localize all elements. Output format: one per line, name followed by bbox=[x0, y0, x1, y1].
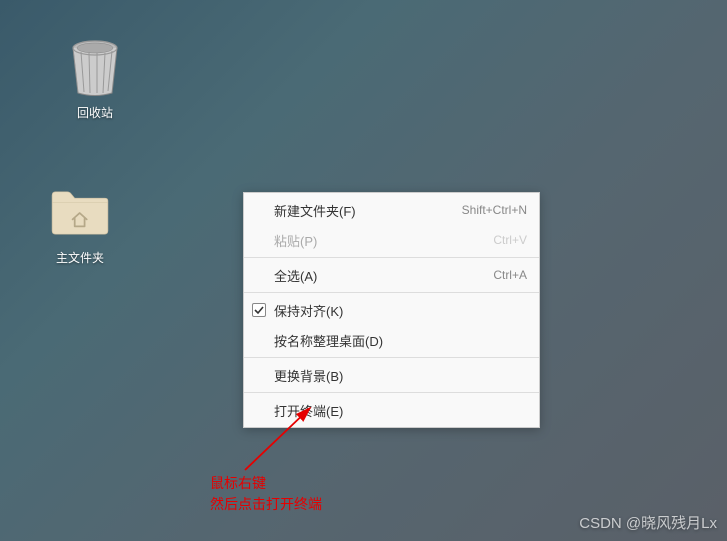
menu-item-label: 更换背景(B) bbox=[274, 366, 343, 385]
trash-label: 回收站 bbox=[77, 104, 113, 121]
menu-item-label: 新建文件夹(F) bbox=[274, 201, 356, 220]
annotation-line2: 然后点击打开终端 bbox=[210, 494, 322, 515]
menu-shortcut: Ctrl+V bbox=[493, 233, 527, 247]
menu-separator bbox=[244, 357, 539, 358]
menu-paste: 粘贴(P) Ctrl+V bbox=[244, 225, 539, 255]
menu-item-label: 按名称整理桌面(D) bbox=[274, 331, 383, 350]
menu-item-label: 粘贴(P) bbox=[274, 231, 317, 250]
annotation-line1: 鼠标右键 bbox=[210, 473, 322, 494]
trash-icon bbox=[65, 38, 125, 98]
menu-shortcut: Shift+Ctrl+N bbox=[462, 203, 527, 217]
checkbox-icon bbox=[252, 303, 266, 317]
annotation-text: 鼠标右键 然后点击打开终端 bbox=[210, 473, 322, 515]
menu-shortcut: Ctrl+A bbox=[493, 268, 527, 282]
menu-select-all[interactable]: 全选(A) Ctrl+A bbox=[244, 260, 539, 290]
menu-item-label: 打开终端(E) bbox=[274, 401, 343, 420]
trash-desktop-icon[interactable]: 回收站 bbox=[50, 38, 140, 121]
home-desktop-icon[interactable]: 主文件夹 bbox=[35, 183, 125, 266]
menu-item-label: 保持对齐(K) bbox=[274, 301, 343, 320]
menu-organize-by-name[interactable]: 按名称整理桌面(D) bbox=[244, 325, 539, 355]
desktop-context-menu: 新建文件夹(F) Shift+Ctrl+N 粘贴(P) Ctrl+V 全选(A)… bbox=[243, 192, 540, 428]
menu-separator bbox=[244, 292, 539, 293]
menu-item-label: 全选(A) bbox=[274, 266, 317, 285]
menu-separator bbox=[244, 392, 539, 393]
menu-open-terminal[interactable]: 打开终端(E) bbox=[244, 395, 539, 425]
folder-icon bbox=[50, 183, 110, 243]
home-label: 主文件夹 bbox=[56, 249, 104, 266]
menu-separator bbox=[244, 257, 539, 258]
watermark: CSDN @晓风残月Lx bbox=[579, 512, 717, 533]
menu-new-folder[interactable]: 新建文件夹(F) Shift+Ctrl+N bbox=[244, 195, 539, 225]
menu-change-background[interactable]: 更换背景(B) bbox=[244, 360, 539, 390]
menu-keep-aligned[interactable]: 保持对齐(K) bbox=[244, 295, 539, 325]
